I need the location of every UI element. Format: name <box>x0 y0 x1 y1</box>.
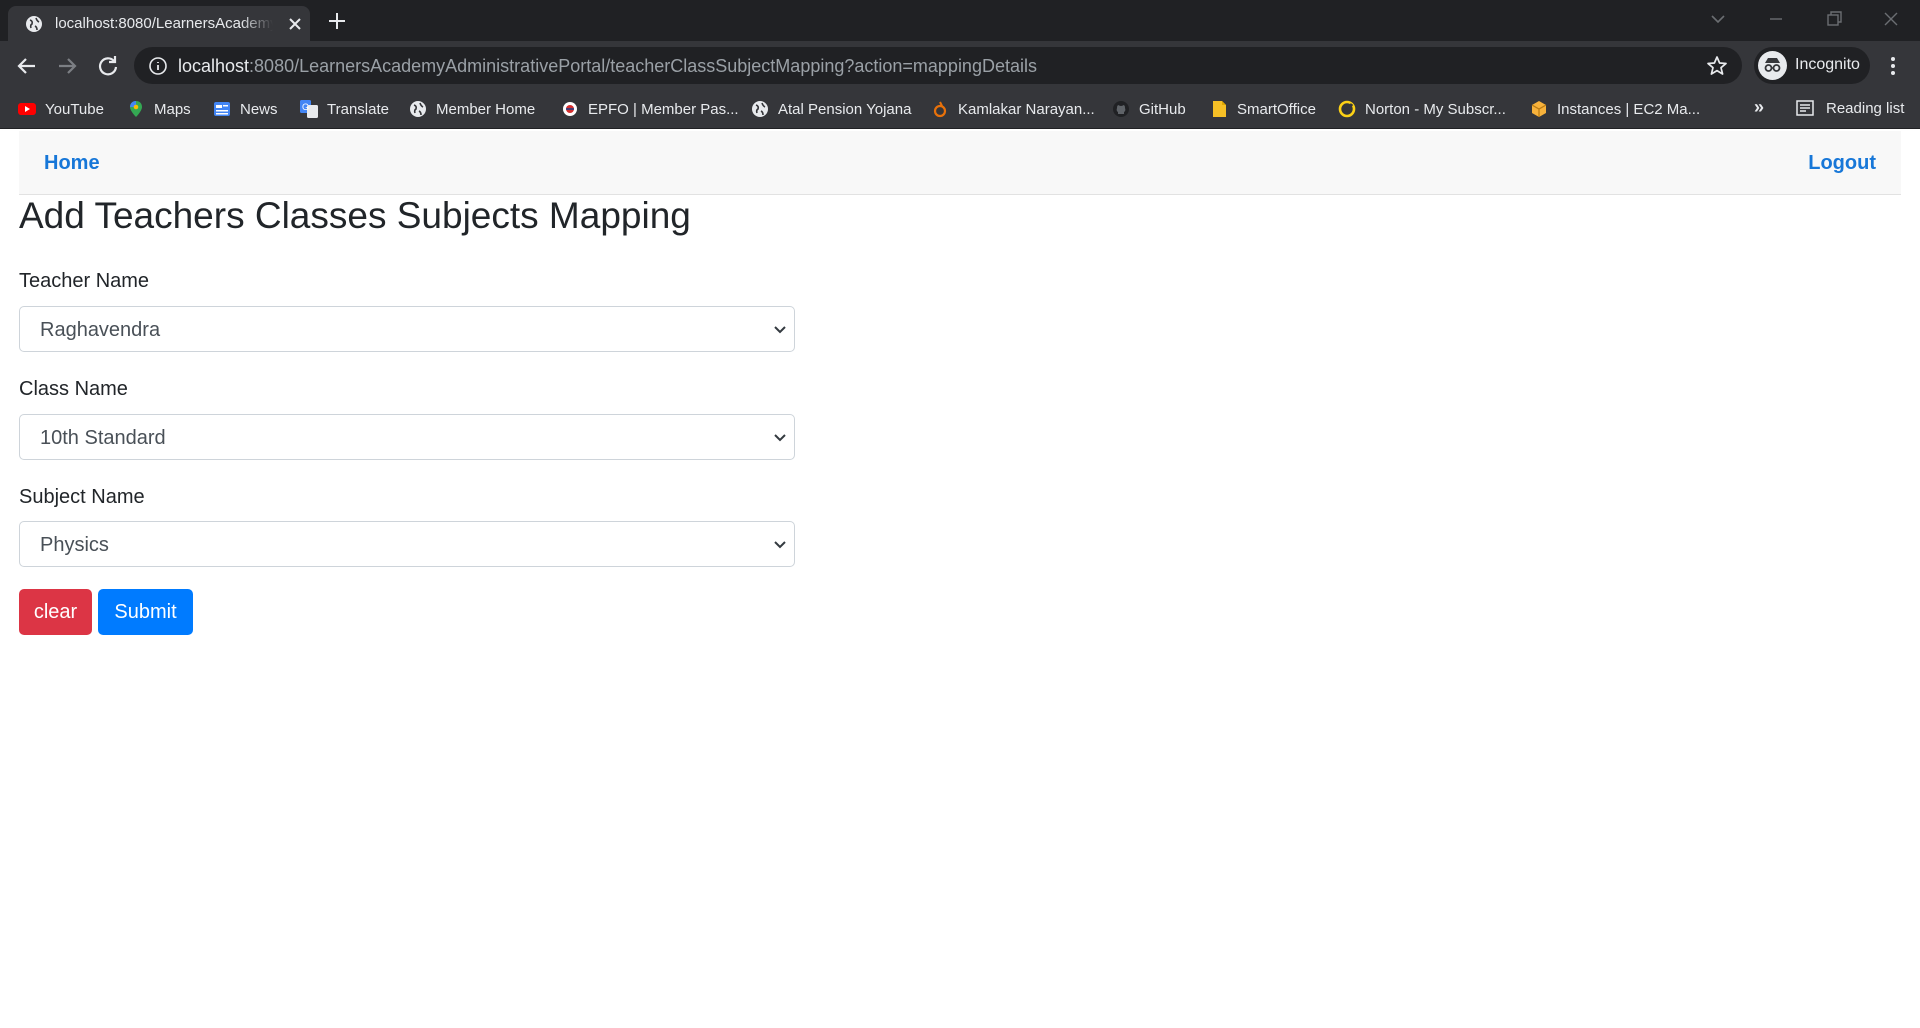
bookmark-maps[interactable]: Maps <box>127 99 191 119</box>
incognito-profile-button[interactable]: Incognito <box>1754 47 1870 84</box>
bookmark-label: Kamlakar Narayan... <box>958 100 1095 118</box>
norton-icon <box>1338 100 1356 118</box>
subject-name-select[interactable]: Physics <box>19 521 795 567</box>
bookmark-site-icon <box>933 101 947 118</box>
teacher-name-label: Teacher Name <box>19 270 150 292</box>
bookmark-label: YouTube <box>45 100 104 118</box>
reading-list-icon <box>1796 100 1814 116</box>
subject-name-value: Physics <box>40 534 109 556</box>
bookmark-label: Atal Pension Yojana <box>778 100 912 118</box>
more-bookmarks-button[interactable]: » <box>1754 97 1764 118</box>
bookmark-label: Translate <box>327 100 389 118</box>
logout-link[interactable]: Logout <box>1808 152 1876 175</box>
incognito-icon <box>1758 51 1787 80</box>
bookmark-youtube[interactable]: YouTube <box>18 99 104 119</box>
globe-icon <box>410 101 426 117</box>
page-title: Add Teachers Classes Subjects Mapping <box>19 195 691 236</box>
page-content: Home Logout Add Teachers Classes Subject… <box>0 129 1920 1028</box>
chevron-down-icon <box>774 326 786 334</box>
forward-icon[interactable] <box>54 53 80 79</box>
url-host: localhost <box>178 56 250 76</box>
home-link[interactable]: Home <box>44 152 100 175</box>
aws-icon <box>1531 101 1547 117</box>
chevron-down-icon <box>774 541 786 549</box>
translate-icon: G <box>300 100 318 118</box>
bookmark-norton[interactable]: Norton - My Subscr... <box>1338 99 1506 119</box>
incognito-label: Incognito <box>1795 56 1860 73</box>
bookmark-label: SmartOffice <box>1237 100 1316 118</box>
address-bar[interactable]: localhost:8080/LearnersAcademyAdministra… <box>134 47 1742 84</box>
teacher-name-value: Raghavendra <box>40 319 161 341</box>
bookmark-github[interactable]: GitHub <box>1112 99 1186 119</box>
github-icon <box>1113 101 1129 117</box>
bookmark-news[interactable]: News <box>213 99 278 119</box>
globe-icon <box>752 101 768 117</box>
teacher-name-select[interactable]: Raghavendra <box>19 306 795 352</box>
news-icon <box>214 102 230 116</box>
smartoffice-icon <box>1213 101 1226 117</box>
browser-tab[interactable]: localhost:8080/LearnersAcademy <box>8 6 310 41</box>
browser-toolbar: localhost:8080/LearnersAcademyAdministra… <box>0 41 1920 91</box>
bookmark-label: News <box>240 100 278 118</box>
close-tab-icon[interactable] <box>286 15 304 33</box>
svg-text:G: G <box>302 102 309 112</box>
class-name-value: 10th Standard <box>40 427 166 449</box>
url-text[interactable]: localhost:8080/LearnersAcademyAdministra… <box>178 56 1037 77</box>
class-name-select[interactable]: 10th Standard <box>19 414 795 460</box>
tab-strip: localhost:8080/LearnersAcademy <box>0 0 1920 41</box>
new-tab-icon[interactable] <box>325 9 349 33</box>
bookmark-label: Maps <box>154 100 191 118</box>
submit-button[interactable]: Submit <box>98 589 193 635</box>
url-path: :8080/LearnersAcademyAdministrativePorta… <box>249 56 1037 76</box>
bookmark-label: GitHub <box>1139 100 1186 118</box>
bookmark-label: Norton - My Subscr... <box>1365 100 1506 118</box>
class-name-label: Class Name <box>19 378 128 400</box>
tab-search-icon[interactable] <box>1704 7 1732 31</box>
back-icon[interactable] <box>14 53 40 79</box>
maps-icon <box>130 101 142 117</box>
bookmark-kamlakar[interactable]: Kamlakar Narayan... <box>931 99 1095 119</box>
restore-icon[interactable] <box>1819 7 1847 31</box>
minimize-icon[interactable] <box>1762 7 1790 31</box>
clear-button[interactable]: clear <box>19 589 92 635</box>
bookmark-star-icon[interactable] <box>1706 55 1728 77</box>
bookmark-atal-pension[interactable]: Atal Pension Yojana <box>751 99 911 119</box>
bookmark-label: Instances | EC2 Ma... <box>1557 100 1701 118</box>
reading-list-label: Reading list <box>1826 99 1905 117</box>
bookmark-translate[interactable]: G Translate <box>300 99 389 119</box>
youtube-icon <box>18 103 36 115</box>
bookmark-member-home[interactable]: Member Home <box>409 99 535 119</box>
close-window-icon[interactable] <box>1877 7 1905 31</box>
site-info-icon[interactable] <box>148 56 168 76</box>
bookmark-smartoffice[interactable]: SmartOffice <box>1210 99 1316 119</box>
chevron-down-icon <box>774 434 786 442</box>
bookmark-label: Member Home <box>436 100 536 118</box>
top-navbar: Home Logout <box>19 131 1901 195</box>
tab-title: localhost:8080/LearnersAcademy <box>55 15 273 32</box>
bookmarks-bar: YouTube Maps News G Translate Member Hom… <box>0 91 1920 129</box>
reading-list-button[interactable]: Reading list <box>1796 99 1904 117</box>
bookmark-epfo[interactable]: EPFO | Member Pas... <box>561 99 739 119</box>
globe-icon <box>26 16 42 32</box>
bookmark-label: EPFO | Member Pas... <box>588 100 739 118</box>
bookmark-ec2-instances[interactable]: Instances | EC2 Ma... <box>1530 99 1700 119</box>
reload-icon[interactable] <box>95 53 121 79</box>
more-menu-icon[interactable] <box>1882 53 1904 79</box>
subject-name-label: Subject Name <box>19 486 145 508</box>
epfo-icon <box>563 102 577 116</box>
